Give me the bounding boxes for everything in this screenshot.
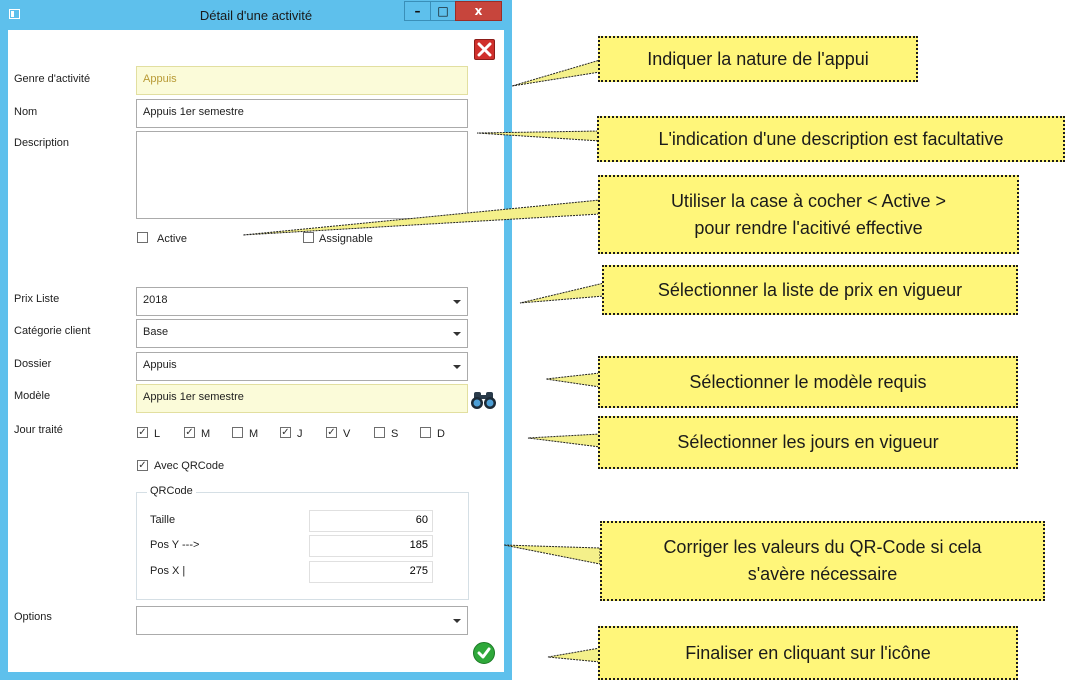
description-textarea[interactable]: [136, 131, 468, 219]
prix-liste-value: 2018: [143, 294, 168, 306]
categorie-client-select[interactable]: Base: [136, 319, 468, 348]
assignable-label: Assignable: [319, 233, 373, 245]
options-select[interactable]: [136, 606, 468, 635]
day-label: D: [437, 428, 445, 440]
chevron-down-icon: [453, 365, 461, 369]
pos-y-label: Pos Y --->: [150, 539, 200, 551]
form-area: Genre d'activité Appuis Nom Appuis 1er s…: [8, 30, 504, 672]
minimize-button[interactable]: –: [404, 1, 431, 21]
genre-field: Appuis: [136, 66, 468, 95]
callout-text: Indiquer la nature de l'appui: [647, 48, 869, 69]
callout-text: Finaliser en cliquant sur l'icône: [685, 642, 931, 663]
callout-active: Utiliser la case à cocher < Active > pou…: [598, 175, 1019, 254]
callout-text: Sélectionner les jours en vigueur: [677, 432, 939, 452]
day-label: S: [391, 428, 399, 440]
day-checkbox[interactable]: ✓: [326, 427, 337, 438]
binoculars-icon[interactable]: [470, 388, 497, 412]
day-label: V: [343, 428, 351, 440]
day-label: M: [201, 428, 211, 440]
day-checkbox[interactable]: [232, 427, 243, 438]
day-checkbox[interactable]: [420, 427, 431, 438]
prix-liste-select[interactable]: 2018: [136, 287, 468, 316]
dossier-select[interactable]: Appuis: [136, 352, 468, 381]
options-label: Options: [14, 611, 52, 623]
chevron-down-icon: [453, 300, 461, 304]
day-checkbox[interactable]: ✓: [280, 427, 291, 438]
checkmark-icon[interactable]: [473, 642, 495, 664]
callout-text: s'avère nécessaire: [747, 564, 898, 584]
callout-finaliser: Finaliser en cliquant sur l'icône: [598, 626, 1018, 680]
chevron-down-icon: [453, 619, 461, 623]
day-label: J: [297, 428, 303, 440]
day-checkbox[interactable]: ✓: [137, 427, 148, 438]
active-label: Active: [157, 233, 187, 245]
assignable-checkbox[interactable]: [303, 232, 314, 243]
prix-liste-label: Prix Liste: [14, 293, 60, 305]
categorie-client-label: Catégorie client: [14, 325, 91, 337]
dossier-value: Appuis: [143, 359, 177, 371]
callout-nature-appui: Indiquer la nature de l'appui: [598, 36, 918, 82]
description-label: Description: [14, 137, 70, 149]
maximize-button[interactable]: □: [430, 1, 456, 21]
nom-label: Nom: [14, 106, 38, 118]
callout-text: pour rendre l'acitivé effective: [694, 217, 923, 238]
modele-label: Modèle: [14, 390, 51, 402]
qrcode-group: QRCode Taille 60 Pos Y ---> 185 Pos X | …: [136, 485, 469, 600]
genre-label: Genre d'activité: [14, 73, 91, 85]
avec-qrcode-label: Avec QRCode: [154, 460, 225, 472]
pos-x-input[interactable]: 275: [309, 561, 433, 583]
jour-traite-label: Jour traité: [14, 424, 63, 436]
day-checkbox[interactable]: [374, 427, 385, 438]
taille-label: Taille: [150, 514, 176, 526]
title-bar[interactable]: Détail d'une activité – □ x: [0, 0, 512, 30]
dossier-label: Dossier: [14, 358, 52, 370]
taille-input[interactable]: 60: [309, 510, 433, 532]
modele-field: Appuis 1er semestre: [136, 384, 468, 413]
activity-detail-window: Détail d'une activité – □ x Genre d'acti…: [0, 0, 512, 680]
callout-prix-liste: Sélectionner la liste de prix en vigueur: [602, 265, 1018, 315]
pos-y-input[interactable]: 185: [309, 535, 433, 557]
callout-description: L'indication d'une description est facul…: [597, 116, 1065, 162]
callout-text: L'indication d'une description est facul…: [658, 128, 1004, 149]
day-checkbox[interactable]: ✓: [184, 427, 195, 438]
callout-jours: Sélectionner les jours en vigueur: [598, 416, 1018, 469]
categorie-client-value: Base: [143, 326, 169, 338]
callout-text: Corriger les valeurs du QR-Code si cela: [663, 537, 982, 557]
qrcode-group-title: QRCode: [147, 485, 196, 497]
callout-modele: Sélectionner le modèle requis: [598, 356, 1018, 408]
chevron-down-icon: [453, 332, 461, 336]
active-checkbox[interactable]: [137, 232, 148, 243]
callout-text: Sélectionner le modèle requis: [689, 371, 927, 392]
callout-text: Sélectionner la liste de prix en vigueur: [657, 279, 963, 300]
day-label: M: [249, 428, 259, 440]
avec-qrcode-checkbox[interactable]: ✓: [137, 460, 148, 471]
close-icon[interactable]: [474, 39, 495, 60]
day-label: L: [154, 428, 161, 440]
window-close-button[interactable]: x: [455, 1, 502, 21]
nom-input[interactable]: Appuis 1er semestre: [136, 99, 468, 128]
callout-qrcode: Corriger les valeurs du QR-Code si cela …: [600, 521, 1045, 601]
pos-x-label: Pos X |: [150, 565, 186, 577]
callout-text: Utiliser la case à cocher < Active >: [670, 190, 947, 211]
